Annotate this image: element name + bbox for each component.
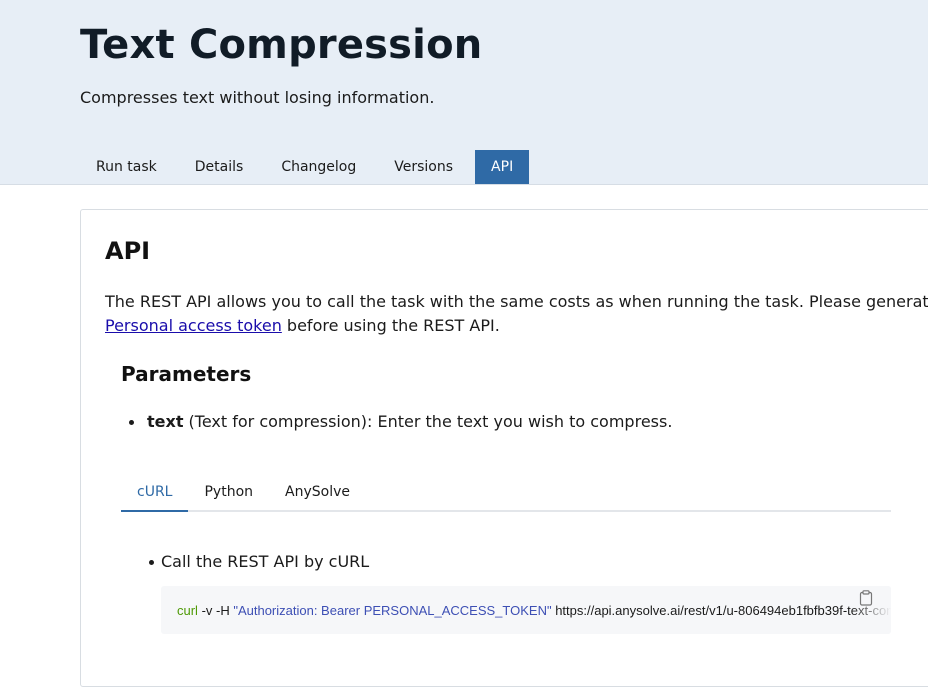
tab-versions[interactable]: Versions xyxy=(378,150,469,184)
code-language-tabs: cURL Python AnySolve xyxy=(121,480,891,512)
code-block[interactable]: curl -v -H "Authorization: Bearer PERSON… xyxy=(161,586,891,634)
api-title: API xyxy=(105,237,151,265)
code-command: curl xyxy=(177,603,198,618)
code-header-string: "Authorization: Bearer PERSONAL_ACCESS_T… xyxy=(233,603,552,618)
parameter-description: (Text for compression): Enter the text y… xyxy=(183,412,673,431)
tab-details[interactable]: Details xyxy=(179,150,260,184)
parameter-item: text (Text for compression): Enter the t… xyxy=(128,410,673,434)
parameter-name: text xyxy=(147,412,184,431)
intro-text: The REST API allows you to call the task… xyxy=(105,292,928,311)
tab-run-task[interactable]: Run task xyxy=(80,150,173,184)
code-tab-curl[interactable]: cURL xyxy=(121,480,189,512)
parameters-heading: Parameters xyxy=(121,362,252,386)
code-tab-anysolve[interactable]: AnySolve xyxy=(269,480,366,510)
code-tab-python[interactable]: Python xyxy=(188,480,269,510)
personal-access-token-link[interactable]: Personal access token xyxy=(105,316,282,335)
page-title: Text Compression xyxy=(80,22,483,68)
page-subtitle: Compresses text without losing informati… xyxy=(80,88,435,107)
page-header: Text Compression Compresses text without… xyxy=(0,0,928,185)
code-line: curl -v -H "Authorization: Bearer PERSON… xyxy=(177,603,891,618)
tab-changelog[interactable]: Changelog xyxy=(265,150,372,184)
call-instruction: Call the REST API by cURL xyxy=(148,550,369,574)
task-tabs: Run task Details Changelog Versions API xyxy=(80,150,535,184)
clipboard-icon[interactable] xyxy=(859,590,873,606)
code-flags: -v -H xyxy=(197,603,234,618)
code-url: https://api.anysolve.ai/rest/v1/u-806494… xyxy=(555,603,891,618)
api-card: API The REST API allows you to call the … xyxy=(80,209,928,687)
api-intro: The REST API allows you to call the task… xyxy=(105,290,928,338)
tab-api[interactable]: API xyxy=(475,150,530,184)
intro-text-after: before using the REST API. xyxy=(281,316,500,335)
